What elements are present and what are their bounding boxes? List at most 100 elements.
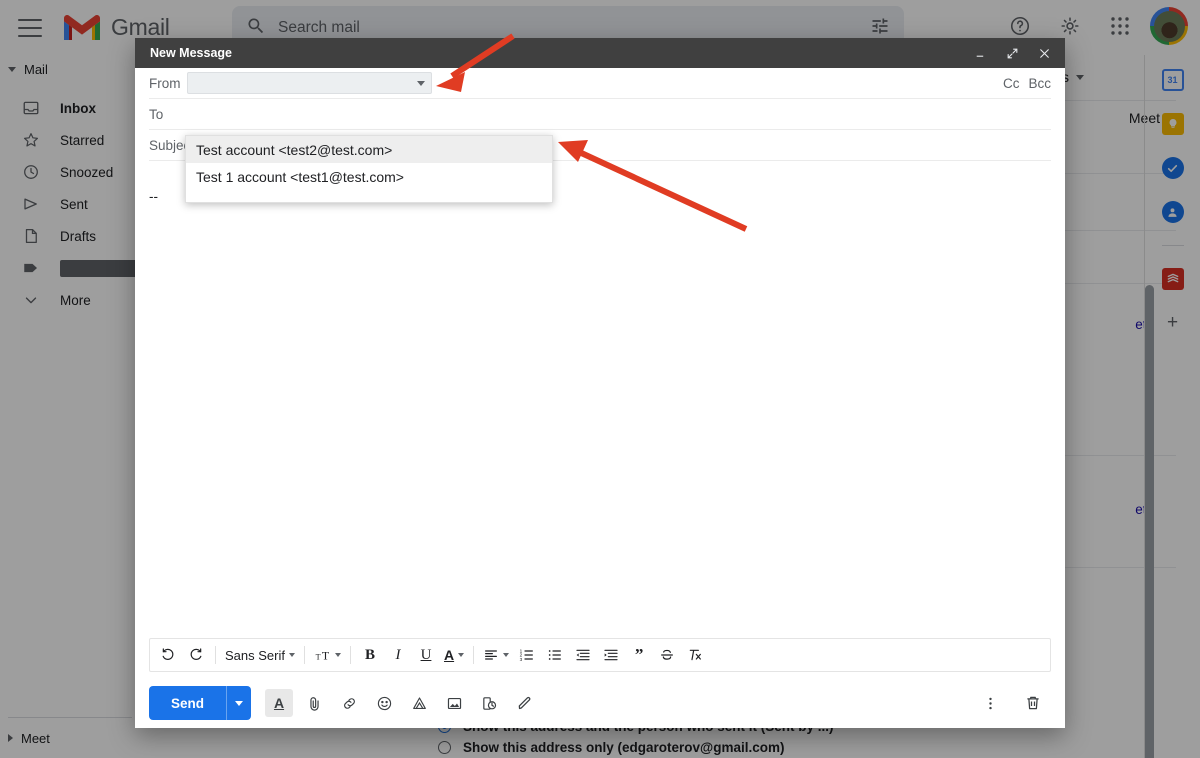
underline-label: U [420,646,432,663]
svg-text:T: T [322,648,330,662]
sidebar-item-inbox[interactable]: Inbox [0,93,138,123]
bulleted-list-icon[interactable] [542,642,568,668]
signature-pen-icon[interactable] [510,689,538,717]
google-keep-icon[interactable] [1161,113,1184,135]
search-input[interactable]: Search mail [278,19,360,37]
todoist-addon-icon[interactable] [1161,268,1184,290]
add-app-label: + [1166,312,1179,333]
google-contacts-icon[interactable] [1161,201,1184,223]
apps-grid-icon[interactable] [1100,6,1140,46]
divider [8,717,132,718]
from-option-label: Test account <test2@test.com> [196,141,393,158]
redacted-label [59,259,138,277]
text-color-button[interactable]: A [441,642,467,668]
to-field-row[interactable]: To [149,99,1051,130]
font-family-select[interactable]: Sans Serif [222,642,298,668]
sidebar-section-mail[interactable]: Mail [0,55,138,83]
trash-icon[interactable] [1019,689,1047,717]
redo-icon[interactable] [183,642,209,668]
from-label: From [149,75,181,91]
close-icon[interactable] [1031,40,1057,66]
bold-button[interactable]: B [357,642,383,668]
minimize-icon[interactable] [967,40,993,66]
sidebar-item-label: Inbox [60,100,96,116]
send-toolbar-right [973,689,1051,717]
send-options-button[interactable] [227,700,251,706]
chevron-right-icon [8,734,13,742]
sidebar-item-starred[interactable]: Starred [0,125,138,155]
more-vertical-icon[interactable] [976,689,1004,717]
sidebar-item-label-redacted[interactable] [0,253,138,283]
chevron-down-icon [1076,74,1084,80]
confidential-mode-icon[interactable] [475,689,503,717]
italic-button[interactable]: I [385,642,411,668]
strikethrough-icon[interactable] [654,642,680,668]
send-button-label: Send [171,695,205,711]
tune-icon[interactable] [870,16,890,41]
message-body-editor[interactable]: -- [149,161,1051,638]
radio-option-row[interactable]: Show this address only (edgaroterov@gmai… [438,737,1176,758]
underline-button[interactable]: U [413,642,439,668]
to-label: To [149,106,164,122]
compose-title: New Message [150,46,232,60]
google-tasks-icon[interactable] [1161,157,1184,179]
sidebar-item-more[interactable]: More [0,285,138,315]
compose-title-bar[interactable]: New Message [135,38,1065,68]
indent-less-icon[interactable] [570,642,596,668]
search-icon [246,16,266,41]
from-field-row[interactable]: From Cc Bcc [149,68,1051,99]
from-option-test1[interactable]: Test 1 account <test1@test.com> [186,163,552,190]
cc-bcc-group: Cc Bcc [1003,76,1051,91]
star-icon [22,131,44,149]
from-option-test2[interactable]: Test account <test2@test.com> [186,136,552,163]
add-app-button[interactable]: + [1162,312,1184,334]
indent-more-icon[interactable] [598,642,624,668]
chevron-down-icon [334,653,341,657]
from-select[interactable] [187,72,432,94]
inbox-icon [22,99,44,117]
chevron-down-icon[interactable] [417,80,425,86]
sidebar-item-snoozed[interactable]: Snoozed [0,157,138,187]
gmail-m-icon [62,13,102,43]
fullscreen-icon[interactable] [999,40,1025,66]
send-button[interactable]: Send [149,686,252,720]
align-icon[interactable] [480,642,512,668]
from-dropdown-menu: Test account <test2@test.com> Test 1 acc… [185,135,553,203]
chevron-down-icon [503,653,510,657]
sidebar-meet-row[interactable]: Meet [0,724,138,752]
sidebar-item-label: More [60,292,91,308]
app-rail: 31 + [1144,55,1200,758]
label-tag-icon [22,259,44,277]
hamburger-icon[interactable] [18,18,42,37]
paperclip-icon[interactable] [300,689,328,717]
undo-icon[interactable] [155,642,181,668]
link-icon[interactable] [335,689,363,717]
font-size-select[interactable]: TT [311,642,344,668]
from-option-label: Test 1 account <test1@test.com> [196,168,404,185]
cc-button[interactable]: Cc [1003,76,1020,91]
emoji-icon[interactable] [370,689,398,717]
insert-photo-icon[interactable] [440,689,468,717]
draft-page-icon [22,227,44,245]
sidebar-item-drafts[interactable]: Drafts [0,221,138,251]
sidebar-section-label: Mail [24,61,48,77]
quote-icon[interactable]: ” [626,642,652,668]
sidebar-meet-section[interactable]: Meet [0,713,138,752]
sidebar-item-label: Snoozed [60,164,114,180]
avatar[interactable] [1150,7,1188,45]
chevron-down-icon [8,66,16,72]
numbered-list-icon[interactable]: 1 2 3 [514,642,540,668]
text-color-label: A [443,647,455,663]
google-calendar-icon[interactable]: 31 [1161,69,1184,91]
bold-label: B [364,646,375,663]
sidebar-item-sent[interactable]: Sent [0,189,138,219]
compose-body: From Cc Bcc To Subject -- Test account <… [135,68,1065,638]
google-drive-icon[interactable] [405,689,433,717]
sidebar-item-label: Sent [60,196,88,212]
chevron-down-icon [235,700,244,706]
divider [215,646,216,664]
radio-button[interactable] [438,741,451,754]
remove-format-icon[interactable] [682,642,708,668]
formatting-options-icon[interactable]: A [265,689,294,717]
bcc-button[interactable]: Bcc [1028,76,1051,91]
